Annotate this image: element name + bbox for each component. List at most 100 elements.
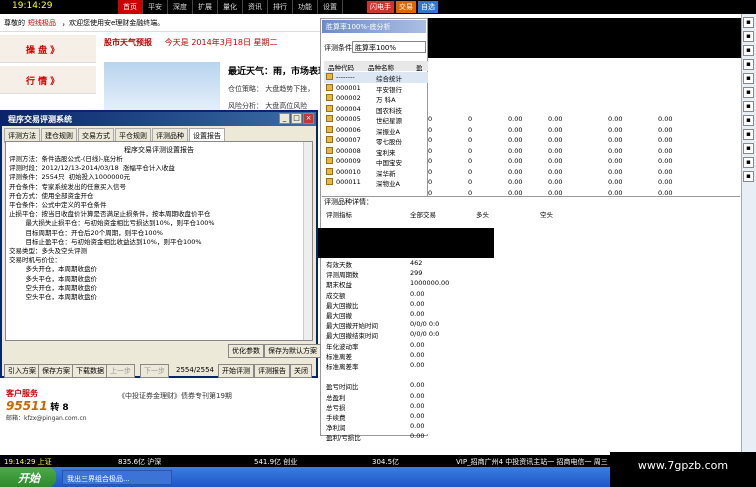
- nav-quote[interactable]: 行 情 》: [0, 66, 96, 94]
- menu-home[interactable]: 首页: [118, 0, 143, 14]
- menu-news[interactable]: 资讯: [243, 0, 268, 14]
- cs-mail[interactable]: 邮箱：kfzx@pingan.com.cn: [6, 413, 102, 422]
- taskbar-app[interactable]: 我出三界组合极品...: [62, 470, 172, 485]
- tool-icon[interactable]: ▪: [743, 157, 754, 168]
- stats-cell: 0.00: [508, 157, 523, 165]
- menu-settings[interactable]: 设置: [318, 0, 343, 14]
- nav-trade[interactable]: 操 盘 》: [0, 35, 96, 63]
- tool-icon[interactable]: ▪: [743, 129, 754, 140]
- metric-value: 0.00: [410, 340, 425, 349]
- condition-select[interactable]: 胜算率100%: [352, 41, 426, 53]
- menu-function[interactable]: 功能: [293, 0, 318, 14]
- save-default-button[interactable]: 保存为默认方案: [264, 344, 321, 358]
- save-scheme-button[interactable]: 保存方案: [38, 364, 74, 378]
- metric-value: 0.00: [410, 432, 425, 441]
- stats-cell: 0: [428, 115, 433, 123]
- col-name[interactable]: 品种名称: [368, 62, 394, 72]
- next-step-button[interactable]: 下一步: [140, 364, 169, 378]
- flash-button[interactable]: 闪电手: [367, 1, 394, 13]
- weather-title[interactable]: 股市天气预报: [104, 38, 152, 47]
- detail-col-metric: 评测指标: [326, 211, 352, 219]
- stock-row[interactable]: 000005 世纪星源: [324, 114, 428, 125]
- stats-cell: 0.00: [548, 146, 563, 155]
- col-code[interactable]: 品种代码: [328, 62, 354, 72]
- stock-row[interactable]: 000007 零七股份: [324, 135, 428, 146]
- stock-row[interactable]: 000010 深华新: [324, 167, 428, 178]
- quick-buttons: 闪电手 交易 自选: [367, 1, 440, 13]
- tool-icon[interactable]: ▪: [743, 171, 754, 182]
- tool-icon[interactable]: ▪: [743, 101, 754, 112]
- tool-icon[interactable]: ▪: [743, 87, 754, 98]
- stats-row: 0 0 0.00 0.00 0.00 0.00: [428, 167, 741, 178]
- metric-label: 期末权益: [326, 281, 352, 290]
- program-trade-dialog: 程序交易评测系统 _ □ × 评测方法 建仓规则 交易方式 平仓规则 评测品种 …: [0, 110, 321, 378]
- import-scheme-button[interactable]: 引入方案: [4, 364, 40, 378]
- news-line-1: 仓位策略： 大盘趋势下挫，: [228, 85, 315, 93]
- stats-cell: 0.00: [508, 167, 523, 176]
- metric-value: 0.00: [410, 289, 425, 298]
- tool-icon[interactable]: ▪: [743, 143, 754, 154]
- stock-row[interactable]: 000006 深振业A: [324, 125, 428, 136]
- stock-icon: [326, 157, 333, 164]
- close-icon[interactable]: ×: [303, 113, 314, 124]
- tool-icon[interactable]: ▪: [743, 73, 754, 84]
- stock-row[interactable]: 000008 宝利来: [324, 146, 428, 157]
- stock-row[interactable]: -------- 综合统计: [324, 72, 428, 83]
- maximize-icon[interactable]: □: [291, 113, 302, 124]
- scrollbar[interactable]: [303, 142, 312, 340]
- stats-cell: 0.00: [608, 157, 623, 165]
- optimize-button[interactable]: 优化参数: [228, 344, 264, 358]
- report-line: 目标周期平仓：开仓后20个周期，则平仓100%: [9, 228, 163, 237]
- watchlist-button[interactable]: 自选: [418, 1, 438, 13]
- metric-value: 0.00: [410, 381, 425, 390]
- cs-suffix: 转 8: [50, 403, 69, 413]
- start-button[interactable]: 开始: [0, 467, 56, 487]
- stock-row[interactable]: 000011 深物业A: [324, 177, 428, 188]
- report-line: 开仓条件：专家系统发出的任意买入信号: [9, 182, 126, 191]
- tool-icon[interactable]: ▪: [743, 115, 754, 126]
- stock-name: 零七股份: [376, 138, 402, 146]
- stats-cell: 0.00: [548, 136, 563, 144]
- greeting-user[interactable]: 短线极品: [28, 18, 56, 28]
- window-controls: _ □ ×: [278, 113, 314, 124]
- stats-cell: 0.00: [548, 178, 563, 186]
- minimize-icon[interactable]: _: [279, 113, 290, 124]
- stats-cell: 0.00: [508, 146, 523, 155]
- download-data-button[interactable]: 下载数据: [72, 364, 108, 378]
- stats-cell: 0.00: [658, 178, 673, 186]
- menu-quant[interactable]: 量化: [218, 0, 243, 14]
- prev-step-button[interactable]: 上一步: [106, 364, 135, 378]
- stock-row[interactable]: 000001 平安银行: [324, 83, 428, 94]
- start-test-button[interactable]: 开始评测: [218, 364, 254, 378]
- metric-label: 标准离差: [326, 352, 352, 361]
- stats-cell: 0.00: [548, 115, 563, 123]
- menu-depth[interactable]: 深度: [168, 0, 193, 14]
- promo-link[interactable]: 《中投证券金理财》债券专刊第19期: [118, 391, 232, 401]
- stock-name: 宝利来: [376, 148, 396, 157]
- report-line: 最大损失止损平仓：与初始资金相比亏损达到10%，则平仓100%: [9, 219, 215, 228]
- menu-rank[interactable]: 排行: [268, 0, 293, 14]
- stock-name: 平安银行: [376, 85, 402, 94]
- tool-icon[interactable]: ▪: [743, 31, 754, 42]
- metric-label: 标准离差率: [326, 363, 359, 371]
- stats-row: 0 0 0.00 0.00 0.00 0.00: [428, 156, 741, 167]
- tool-icon[interactable]: ▪: [743, 59, 754, 70]
- trade-button[interactable]: 交易: [396, 1, 416, 13]
- stock-code: 000007: [336, 136, 361, 144]
- stats-cell: 0.00: [658, 157, 673, 165]
- stock-row[interactable]: 000004 国农科技: [324, 104, 428, 115]
- stock-icon: [326, 167, 333, 175]
- menu-pingan[interactable]: 平安: [143, 0, 168, 14]
- stock-row[interactable]: 000002 万 科A: [324, 93, 428, 104]
- report-line: 评测方法：条件选股公式-(日线)-底分析: [9, 155, 123, 163]
- dialog-title: 程序交易评测系统: [2, 112, 316, 126]
- stats-cell: 0: [428, 178, 433, 186]
- close-button[interactable]: 关闭: [290, 364, 312, 378]
- menu-extend[interactable]: 扩展: [193, 0, 218, 14]
- test-report-button[interactable]: 评测报告: [254, 364, 290, 378]
- stock-row[interactable]: 000009 中国宝安: [324, 156, 428, 167]
- cs-phone: 95511: [6, 399, 48, 413]
- tool-icon[interactable]: ▪: [743, 17, 754, 28]
- stock-name: 深物业A: [376, 180, 400, 188]
- tool-icon[interactable]: ▪: [743, 45, 754, 56]
